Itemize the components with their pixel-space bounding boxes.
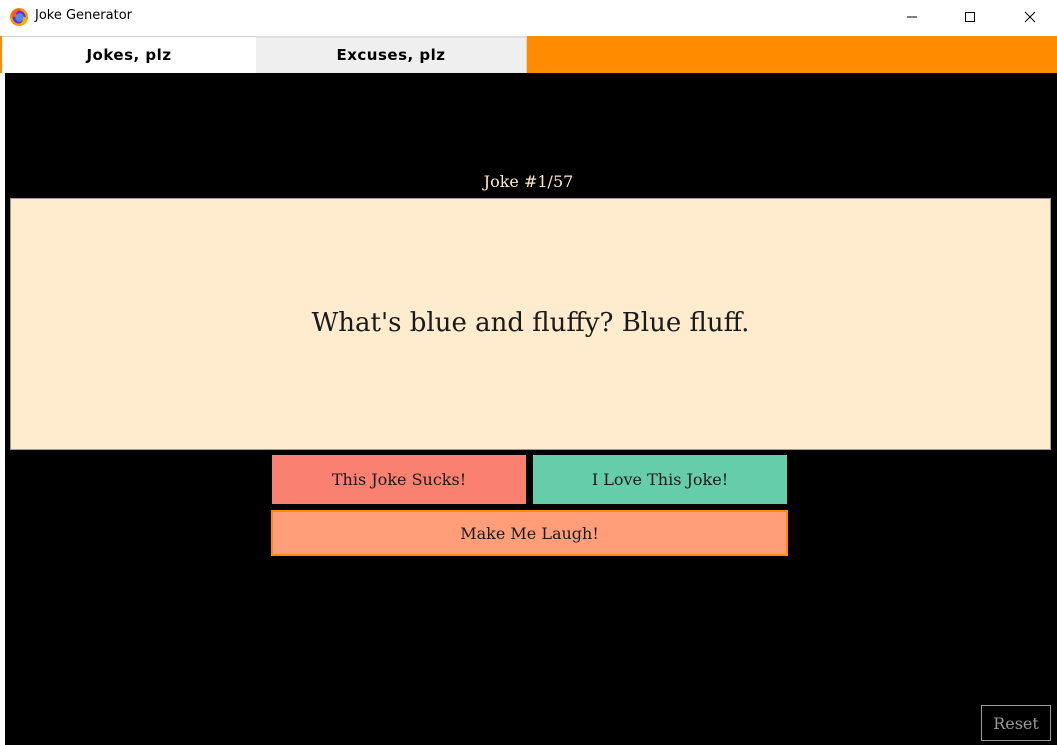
tab-excuses[interactable]: Excuses, plz (256, 36, 527, 73)
minimize-button[interactable] (889, 0, 935, 34)
joke-panel: Joke #1/57 What's blue and fluffy? Blue … (5, 73, 1057, 745)
joke-sucks-button[interactable]: This Joke Sucks! (272, 455, 526, 504)
maximize-icon (964, 11, 976, 23)
tab-jokes[interactable]: Jokes, plz (2, 36, 256, 73)
joke-text: What's blue and fluffy? Blue fluff. (311, 308, 750, 338)
close-button[interactable] (1007, 0, 1053, 34)
app-window: Joke Generator Jokes, plz Excuses, plz J… (0, 0, 1057, 745)
tab-bar: Jokes, plz Excuses, plz (0, 36, 1057, 73)
joke-display: What's blue and fluffy? Blue fluff. (10, 198, 1051, 450)
minimize-icon (906, 11, 918, 23)
firefox-icon (9, 7, 29, 27)
title-bar: Joke Generator (0, 0, 1057, 34)
reset-button[interactable]: Reset (981, 705, 1051, 741)
love-joke-button[interactable]: I Love This Joke! (533, 455, 787, 504)
close-icon (1024, 11, 1036, 23)
window-title: Joke Generator (35, 8, 132, 23)
make-me-laugh-button[interactable]: Make Me Laugh! (271, 510, 788, 556)
maximize-button[interactable] (947, 0, 993, 34)
joke-counter: Joke #1/57 (483, 172, 574, 191)
